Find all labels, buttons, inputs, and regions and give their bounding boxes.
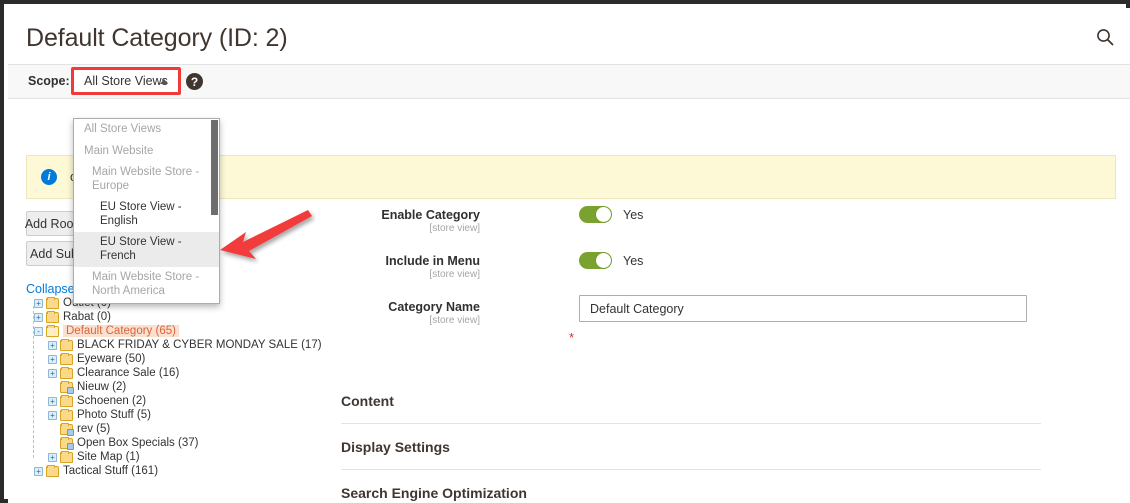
tree-item-label: BLACK FRIDAY & CYBER MONDAY SALE (17)	[77, 339, 322, 351]
category-form: Enable Category [store view] Yes Include…	[341, 206, 1041, 346]
scope-select[interactable]: All Store Views	[74, 70, 178, 92]
scope-dropdown: All Store Views Main Website Main Website …	[73, 118, 220, 304]
folder-icon	[60, 380, 74, 394]
include-in-menu-scope-note: [store view]	[429, 269, 480, 280]
expand-icon[interactable]: +	[48, 396, 57, 406]
category-name-scope-note: [store view]	[429, 315, 480, 326]
page-title: Default Category (ID: 2)	[26, 24, 288, 52]
tree-item-label: Tactical Stuff (161)	[63, 465, 159, 477]
folder-icon	[60, 352, 73, 365]
category-name-label: Category Name	[388, 300, 480, 314]
tree-item-label: Photo Stuff (5)	[77, 409, 151, 421]
folder-icon	[60, 366, 73, 379]
folder-icon	[60, 394, 73, 407]
toggle-knob	[596, 207, 611, 222]
category-name-row: Category Name [store view]	[341, 295, 1041, 346]
tree-guide-line	[33, 306, 34, 458]
question-mark-icon[interactable]: ?	[186, 73, 203, 90]
include-in-menu-row: Include in Menu [store view] Yes	[341, 252, 1041, 300]
scope-dropdown-list: All Store Views Main Website Main Website …	[74, 119, 219, 303]
tree-row[interactable]: + Eyeware (50)	[26, 352, 326, 366]
scope-select-value: All Store Views	[84, 74, 168, 88]
scope-label: Scope:	[28, 74, 70, 88]
scope-bar: Scope: All Store Views ?	[8, 65, 1130, 99]
expand-icon[interactable]: +	[34, 312, 43, 322]
tree-item-label: Site Map (1)	[77, 451, 140, 463]
tree-item-label: Schoenen (2)	[77, 395, 147, 407]
expand-icon[interactable]: +	[48, 452, 57, 462]
expand-icon[interactable]: +	[34, 466, 43, 476]
folder-icon	[46, 310, 59, 323]
folder-icon	[60, 338, 73, 351]
scope-option[interactable]: Main Website Store - Europe	[74, 162, 219, 197]
section-header[interactable]: Display Settings	[341, 424, 1041, 470]
folder-icon	[46, 296, 59, 309]
tree-row[interactable]: + Clearance Sale (16)	[26, 366, 326, 380]
section-header[interactable]: Search Engine Optimization	[341, 470, 1041, 503]
expand-icon[interactable]: +	[34, 298, 43, 308]
folder-icon	[60, 450, 73, 463]
folder-icon	[46, 324, 59, 337]
enable-category-toggle[interactable]	[579, 206, 612, 223]
enable-category-scope-note: [store view]	[429, 223, 480, 234]
section-header[interactable]: Content	[341, 378, 1041, 424]
page-header: Default Category (ID: 2)	[8, 8, 1130, 65]
tree-item-label: Clearance Sale (16)	[77, 367, 180, 379]
screenshot-frame: Default Category (ID: 2) Scope: All Stor…	[0, 0, 1130, 503]
expand-icon[interactable]: +	[48, 340, 57, 350]
tree-row[interactable]: + Tactical Stuff (161)	[26, 464, 326, 478]
collapse-icon[interactable]: -	[34, 326, 43, 336]
caret-up-icon	[160, 79, 168, 84]
tree-row[interactable]: + Photo Stuff (5)	[26, 408, 326, 422]
expand-icon[interactable]: +	[48, 410, 57, 420]
tree-row[interactable]: rev (5)	[26, 422, 326, 436]
enable-category-label: Enable Category	[381, 208, 480, 222]
include-in-menu-toggle[interactable]	[579, 252, 612, 269]
folder-icon	[60, 422, 74, 436]
expand-icon[interactable]: +	[48, 368, 57, 378]
enable-category-row: Enable Category [store view] Yes	[341, 206, 1041, 254]
scope-option[interactable]: All Store Views	[74, 119, 219, 141]
scope-selector-highlight: All Store Views	[71, 67, 181, 95]
tree-row[interactable]: + Site Map (1)	[26, 450, 326, 464]
expand-icon[interactable]: +	[48, 354, 57, 364]
folder-icon	[60, 436, 74, 450]
tree-item-label: rev (5)	[77, 423, 111, 435]
search-icon[interactable]	[1090, 22, 1120, 52]
tree-item-label: Default Category (65)	[63, 325, 179, 337]
scope-option[interactable]: EU Store View - French	[74, 232, 219, 267]
tree-item-label: Open Box Specials (37)	[77, 437, 199, 449]
tree-item-label: Rabat (0)	[63, 311, 111, 323]
scope-option[interactable]: Main Website Store - North America	[74, 267, 219, 302]
scope-option[interactable]: NA Store View	[74, 302, 219, 303]
collapsible-sections: Content Display Settings Search Engine Opt…	[341, 378, 1041, 503]
scope-option[interactable]: EU Store View - English	[74, 197, 219, 232]
tree-row[interactable]: + BLACK FRIDAY & CYBER MONDAY SALE (17)	[26, 338, 326, 352]
admin-page: Default Category (ID: 2) Scope: All Stor…	[8, 8, 1130, 503]
info-icon: i	[41, 169, 57, 185]
scope-dropdown-scrollbar[interactable]	[211, 120, 218, 215]
tree-row[interactable]: + Schoenen (2)	[26, 394, 326, 408]
scope-option[interactable]: Main Website	[74, 141, 219, 163]
enable-category-value: Yes	[623, 208, 644, 222]
tree-item-label: Nieuw (2)	[77, 381, 127, 393]
folder-icon	[46, 464, 59, 477]
tree-row[interactable]: - Default Category (65)	[26, 324, 326, 338]
tree-row[interactable]: Nieuw (2)	[26, 380, 326, 394]
toggle-knob	[596, 253, 611, 268]
required-asterisk: *	[569, 330, 575, 345]
include-in-menu-value: Yes	[623, 254, 644, 268]
folder-icon	[60, 408, 73, 421]
tree-row[interactable]: Open Box Specials (37)	[26, 436, 326, 450]
category-name-input[interactable]	[579, 295, 1027, 322]
include-in-menu-label: Include in Menu	[385, 254, 480, 268]
tree-item-label: Eyeware (50)	[77, 353, 146, 365]
